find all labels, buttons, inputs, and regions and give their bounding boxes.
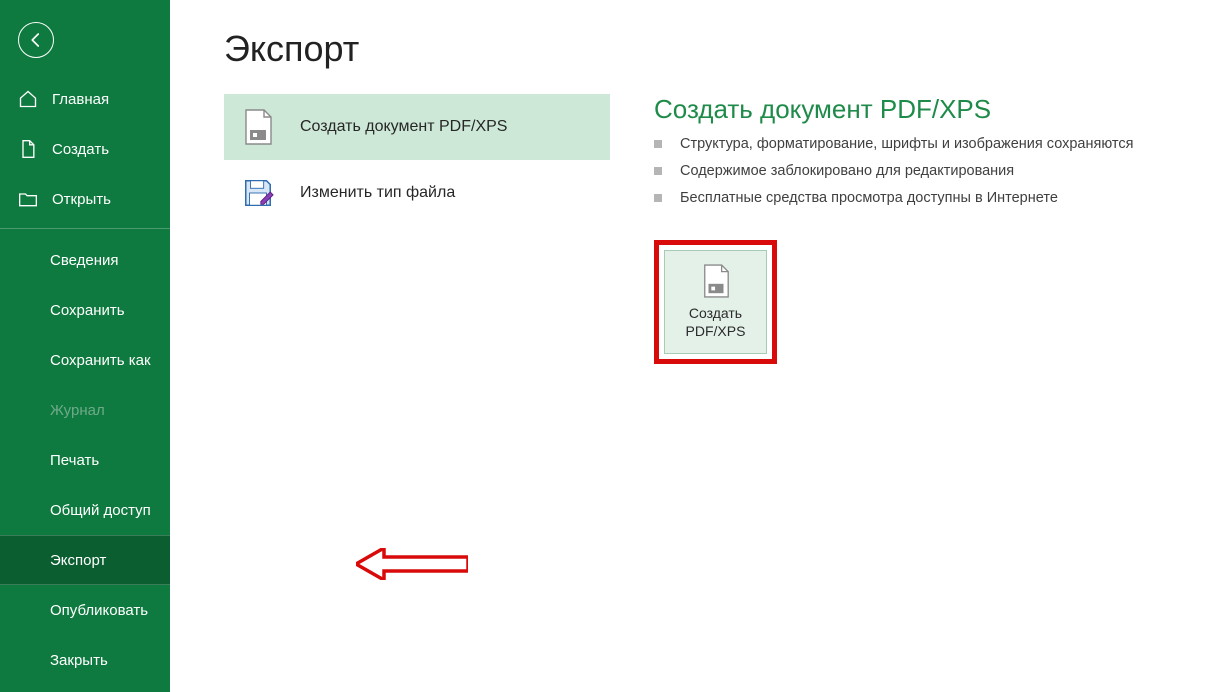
sidebar-item-save[interactable]: Сохранить xyxy=(0,285,170,335)
sidebar-divider xyxy=(0,228,170,229)
sidebar-item-new[interactable]: Создать xyxy=(0,124,170,174)
sidebar-item-label: Сведения xyxy=(50,252,119,269)
sidebar-item-print[interactable]: Печать xyxy=(0,435,170,485)
sidebar-item-label: Сохранить xyxy=(50,302,125,319)
sidebar-item-history: Журнал xyxy=(0,385,170,435)
annotation-arrow-icon xyxy=(356,548,468,580)
create-pdf-xps-button[interactable]: Создать PDF/XPS xyxy=(664,250,767,354)
sidebar-item-export[interactable]: Экспорт xyxy=(0,535,170,585)
sidebar-item-label: Сохранить как xyxy=(50,352,151,369)
export-detail-panel: Создать документ PDF/XPS Структура, форм… xyxy=(654,94,1209,364)
sidebar-item-saveas[interactable]: Сохранить как xyxy=(0,335,170,385)
sidebar-item-label: Экспорт xyxy=(50,552,106,569)
pdf-document-icon xyxy=(242,108,274,146)
sidebar-item-label: Печать xyxy=(50,452,99,469)
bullet-icon xyxy=(654,167,662,175)
pdf-document-icon xyxy=(701,263,731,299)
bullet-icon xyxy=(654,194,662,202)
detail-bullet-list: Структура, форматирование, шрифты и изоб… xyxy=(654,135,1209,208)
back-button[interactable] xyxy=(18,22,54,58)
sidebar-item-label: Общий доступ xyxy=(50,502,151,519)
sidebar-item-publish[interactable]: Опубликовать xyxy=(0,585,170,635)
folder-open-icon xyxy=(18,189,38,209)
sidebar-item-share[interactable]: Общий доступ xyxy=(0,485,170,535)
document-icon xyxy=(18,139,38,159)
sidebar-item-label: Создать xyxy=(52,141,109,158)
detail-bullet: Содержимое заблокировано для редактирова… xyxy=(654,162,1209,181)
save-disk-icon xyxy=(242,174,274,212)
sidebar-item-open[interactable]: Открыть xyxy=(0,174,170,224)
bullet-icon xyxy=(654,140,662,148)
option-label: Создать документ PDF/XPS xyxy=(300,118,507,136)
arrow-left-icon xyxy=(27,31,45,49)
create-button-label: Создать PDF/XPS xyxy=(686,305,746,340)
sidebar-item-label: Главная xyxy=(52,91,109,108)
option-create-pdf-xps[interactable]: Создать документ PDF/XPS xyxy=(224,94,610,160)
sidebar-item-home[interactable]: Главная xyxy=(0,74,170,124)
sidebar-item-label: Открыть xyxy=(52,191,111,208)
export-options-list: Создать документ PDF/XPS Изменить тип фа… xyxy=(224,94,610,364)
detail-bullet: Структура, форматирование, шрифты и изоб… xyxy=(654,135,1209,154)
backstage-sidebar: Главная Создать Открыть Сведения Сохрани… xyxy=(0,0,170,692)
sidebar-item-info[interactable]: Сведения xyxy=(0,235,170,285)
sidebar-item-label: Закрыть xyxy=(50,652,108,669)
option-label: Изменить тип файла xyxy=(300,184,455,202)
detail-heading: Создать документ PDF/XPS xyxy=(654,94,1209,125)
home-icon xyxy=(18,89,38,109)
detail-bullet: Бесплатные средства просмотра доступны в… xyxy=(654,189,1209,208)
sidebar-item-label: Опубликовать xyxy=(50,602,148,619)
option-change-file-type[interactable]: Изменить тип файла xyxy=(224,160,610,226)
sidebar-item-close[interactable]: Закрыть xyxy=(0,635,170,685)
page-title: Экспорт xyxy=(224,28,1209,70)
sidebar-item-label: Журнал xyxy=(50,402,105,419)
main-content: Экспорт Создать документ PDF/XPS xyxy=(170,0,1209,692)
annotation-red-frame: Создать PDF/XPS xyxy=(654,240,777,364)
